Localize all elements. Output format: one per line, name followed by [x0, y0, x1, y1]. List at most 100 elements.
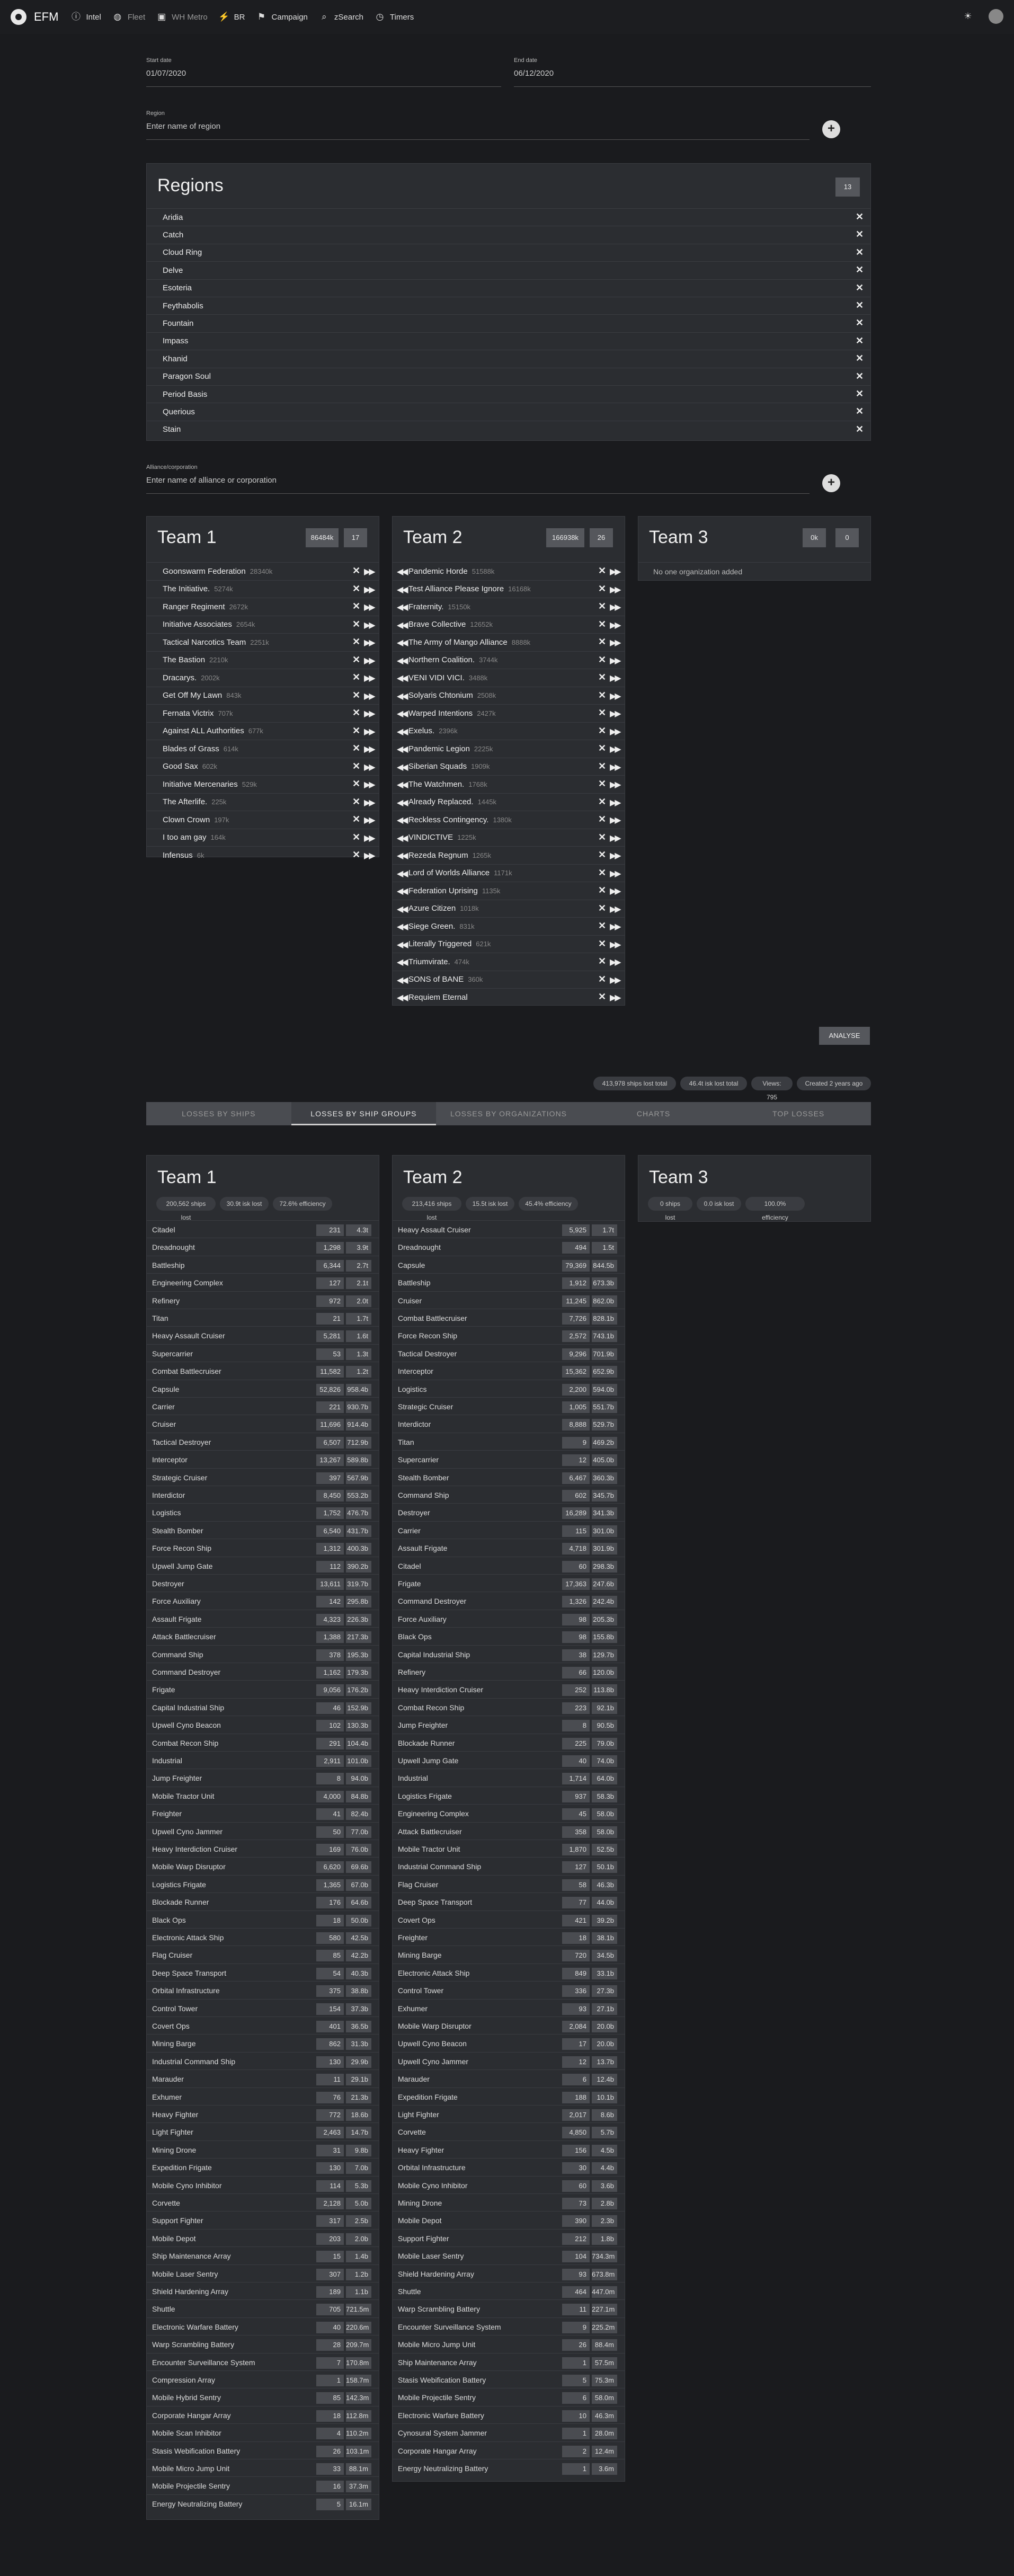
move-left-icon[interactable]: ◀◀ [397, 708, 408, 719]
remove-region-icon[interactable]: ✕ [856, 353, 864, 364]
move-left-icon[interactable]: ◀◀ [397, 655, 408, 666]
alliance-input[interactable]: Enter name of alliance or corporation [146, 476, 810, 485]
move-left-icon[interactable]: ◀◀ [397, 797, 408, 808]
move-left-icon[interactable]: ◀◀ [397, 602, 408, 612]
move-left-icon[interactable]: ◀◀ [397, 566, 408, 577]
tab-losses-by-ship-groups[interactable]: LOSSES BY SHIP GROUPS [291, 1102, 437, 1125]
nav-fleet[interactable]: ◍ Fleet [112, 11, 145, 23]
nav-br[interactable]: ⚡ BR [218, 11, 245, 23]
remove-member-icon[interactable]: ✕ [352, 707, 360, 718]
move-left-icon[interactable]: ◀◀ [397, 957, 408, 967]
tab-losses-by-ships[interactable]: LOSSES BY SHIPS [146, 1102, 291, 1125]
move-left-icon[interactable]: ◀◀ [397, 744, 408, 754]
move-right-icon[interactable]: ▶▶ [364, 691, 376, 701]
move-right-icon[interactable]: ▶▶ [610, 904, 621, 914]
remove-member-icon[interactable]: ✕ [352, 743, 360, 754]
move-left-icon[interactable]: ◀◀ [397, 815, 408, 825]
move-right-icon[interactable]: ▶▶ [364, 566, 376, 577]
remove-member-icon[interactable]: ✕ [352, 636, 360, 647]
brand-name[interactable]: EFM [34, 10, 58, 24]
remove-member-icon[interactable]: ✕ [598, 707, 606, 718]
remove-region-icon[interactable]: ✕ [856, 424, 864, 435]
region-row[interactable]: Paragon Soul ✕ [147, 368, 870, 385]
remove-member-icon[interactable]: ✕ [352, 832, 360, 843]
remove-member-icon[interactable]: ✕ [598, 743, 606, 754]
move-right-icon[interactable]: ▶▶ [364, 726, 376, 737]
move-right-icon[interactable]: ▶▶ [610, 584, 621, 595]
remove-region-icon[interactable]: ✕ [856, 335, 864, 347]
remove-region-icon[interactable]: ✕ [856, 300, 864, 311]
move-left-icon[interactable]: ◀◀ [397, 691, 408, 701]
remove-region-icon[interactable]: ✕ [856, 264, 864, 276]
remove-member-icon[interactable]: ✕ [598, 672, 606, 683]
region-row[interactable]: Period Basis ✕ [147, 386, 870, 403]
remove-member-icon[interactable]: ✕ [598, 938, 606, 949]
move-right-icon[interactable]: ▶▶ [610, 868, 621, 879]
avatar[interactable] [989, 9, 1003, 24]
nav-timers[interactable]: ◷ Timers [374, 11, 414, 23]
remove-member-icon[interactable]: ✕ [598, 761, 606, 772]
move-right-icon[interactable]: ▶▶ [610, 762, 621, 772]
move-right-icon[interactable]: ▶▶ [364, 708, 376, 719]
move-right-icon[interactable]: ▶▶ [610, 833, 621, 843]
start-date-value[interactable]: 01/07/2020 [146, 69, 501, 78]
region-field[interactable]: Region Enter name of region [146, 110, 810, 140]
remove-member-icon[interactable]: ✕ [598, 832, 606, 843]
move-left-icon[interactable]: ◀◀ [397, 939, 408, 950]
remove-member-icon[interactable]: ✕ [352, 654, 360, 665]
remove-member-icon[interactable]: ✕ [352, 725, 360, 736]
remove-member-icon[interactable]: ✕ [598, 974, 606, 985]
remove-member-icon[interactable]: ✕ [598, 849, 606, 860]
sun-icon[interactable]: ☀ [962, 11, 974, 22]
move-right-icon[interactable]: ▶▶ [610, 939, 621, 950]
move-left-icon[interactable]: ◀◀ [397, 833, 408, 843]
move-right-icon[interactable]: ▶▶ [610, 673, 621, 683]
region-row[interactable]: Fountain ✕ [147, 315, 870, 332]
remove-member-icon[interactable]: ✕ [352, 565, 360, 576]
remove-region-icon[interactable]: ✕ [856, 247, 864, 258]
nav-campaign[interactable]: ⚑ Campaign [256, 11, 308, 23]
remove-member-icon[interactable]: ✕ [352, 814, 360, 825]
move-right-icon[interactable]: ▶▶ [610, 815, 621, 825]
region-input[interactable]: Enter name of region [146, 122, 810, 131]
remove-member-icon[interactable]: ✕ [352, 778, 360, 789]
add-region-button[interactable]: + [822, 120, 840, 138]
nav-wh-metro[interactable]: ▣ WH Metro [156, 11, 208, 23]
move-right-icon[interactable]: ▶▶ [610, 708, 621, 719]
move-right-icon[interactable]: ▶▶ [610, 850, 621, 861]
remove-region-icon[interactable]: ✕ [856, 211, 864, 223]
remove-member-icon[interactable]: ✕ [598, 885, 606, 896]
alliance-field[interactable]: Alliance/corporation Enter name of allia… [146, 464, 810, 494]
move-right-icon[interactable]: ▶▶ [364, 584, 376, 595]
remove-member-icon[interactable]: ✕ [598, 778, 606, 789]
move-right-icon[interactable]: ▶▶ [364, 637, 376, 648]
move-right-icon[interactable]: ▶▶ [364, 762, 376, 772]
move-right-icon[interactable]: ▶▶ [610, 726, 621, 737]
efm-logo[interactable] [11, 9, 26, 25]
region-row[interactable]: Catch ✕ [147, 226, 870, 243]
region-row[interactable]: Khanid ✕ [147, 350, 870, 367]
remove-member-icon[interactable]: ✕ [352, 672, 360, 683]
tab-losses-by-organizations[interactable]: LOSSES BY ORGANIZATIONS [436, 1102, 581, 1125]
move-right-icon[interactable]: ▶▶ [610, 602, 621, 612]
move-right-icon[interactable]: ▶▶ [610, 975, 621, 985]
move-right-icon[interactable]: ▶▶ [610, 620, 621, 630]
remove-member-icon[interactable]: ✕ [598, 601, 606, 612]
move-right-icon[interactable]: ▶▶ [610, 566, 621, 577]
move-left-icon[interactable]: ◀◀ [397, 620, 408, 630]
remove-member-icon[interactable]: ✕ [598, 991, 606, 1002]
move-right-icon[interactable]: ▶▶ [364, 815, 376, 825]
remove-region-icon[interactable]: ✕ [856, 406, 864, 417]
remove-member-icon[interactable]: ✕ [598, 920, 606, 931]
move-right-icon[interactable]: ▶▶ [610, 779, 621, 790]
remove-member-icon[interactable]: ✕ [598, 654, 606, 665]
region-row[interactable]: Feythabolis ✕ [147, 297, 870, 314]
remove-member-icon[interactable]: ✕ [598, 619, 606, 630]
remove-member-icon[interactable]: ✕ [598, 903, 606, 914]
nav-intel[interactable]: ⓘ Intel [70, 11, 101, 23]
move-left-icon[interactable]: ◀◀ [397, 726, 408, 737]
region-row[interactable]: Delve ✕ [147, 262, 870, 279]
remove-member-icon[interactable]: ✕ [352, 690, 360, 701]
remove-member-icon[interactable]: ✕ [352, 601, 360, 612]
region-row[interactable]: Stain ✕ [147, 421, 870, 438]
